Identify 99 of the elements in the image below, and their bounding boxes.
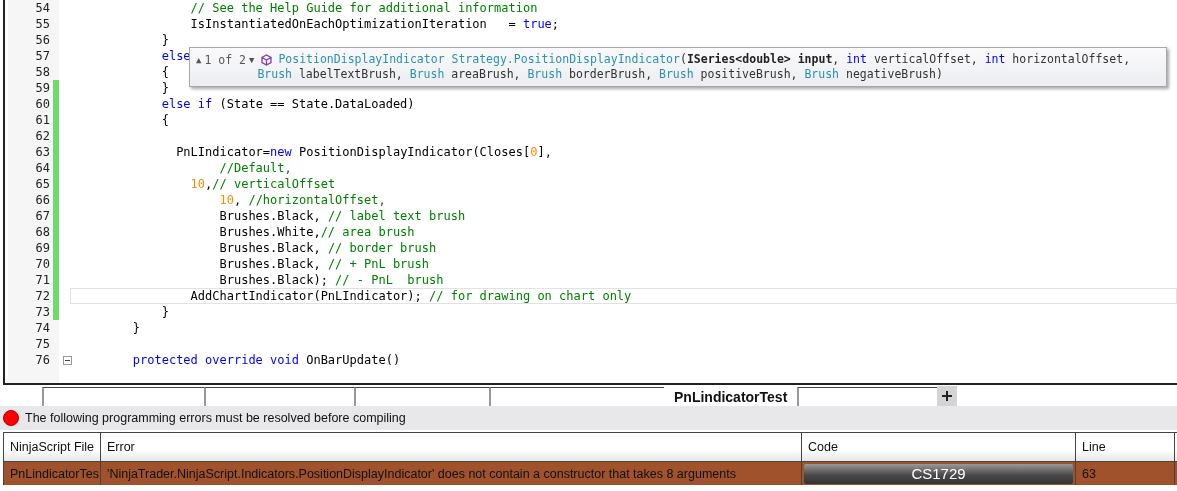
- code-text: negativeBrush): [844, 67, 943, 81]
- code-comment: //Default,: [218, 161, 292, 175]
- tab[interactable]: [204, 387, 354, 406]
- line-number: 71: [35, 273, 50, 287]
- line-number: 62: [35, 129, 50, 143]
- code-comment: // area brush: [320, 225, 415, 239]
- code-text: }: [160, 33, 169, 47]
- number-literal: 10: [218, 193, 234, 207]
- code-text: AddChartIndicator(PnLIndicator);: [189, 289, 423, 303]
- number-literal: 10: [189, 177, 206, 191]
- code-text: OnBarUpdate(): [305, 353, 401, 367]
- line-number: 61: [35, 113, 50, 127]
- code-comment: // for drawing on chart only: [429, 289, 632, 303]
- type-name: Brush: [527, 67, 563, 81]
- keyword: else: [160, 49, 191, 63]
- code-text: IsInstantiatedOnEachOptimizationIteration =: [189, 17, 517, 31]
- code-comment: //horizontalOffset,: [248, 193, 386, 207]
- add-tab-button[interactable]: [937, 386, 958, 406]
- code-text: labelTextBrush,: [297, 67, 404, 81]
- tab[interactable]: [797, 387, 938, 406]
- code-text: positiveBrush,: [699, 67, 799, 81]
- code-text: }: [131, 321, 141, 335]
- code-text: Brushes.White,: [218, 225, 321, 239]
- table-cell: 63: [1076, 462, 1175, 485]
- code-text: Brushes.Black,: [218, 257, 322, 271]
- code-text: PositionDisplayIndicator(Closes[: [298, 145, 531, 159]
- line-number: 75: [35, 337, 50, 351]
- tab[interactable]: [42, 387, 204, 406]
- code-text: Brushes.Black);: [218, 273, 329, 287]
- line-number: 54: [35, 1, 50, 15]
- line-number: 55: [35, 17, 50, 31]
- type-name: PositionDisplayIndicator Strategy.PositionDisplayIndicator: [278, 52, 680, 66]
- keyword: int: [846, 52, 867, 66]
- line-number: 67: [35, 209, 50, 223]
- plus-icon: [942, 391, 953, 401]
- keyword: true: [522, 17, 552, 31]
- overload-counter: 1 of 2: [204, 52, 246, 68]
- code-text: ,: [832, 52, 841, 66]
- line-number: 57: [35, 49, 50, 63]
- line-number: 60: [35, 97, 50, 111]
- line-number: 72: [35, 289, 50, 303]
- tab[interactable]: [354, 387, 489, 406]
- code-comment: // + PnL brush: [327, 257, 430, 271]
- code-text: }: [160, 305, 169, 319]
- code-text: ],: [537, 145, 552, 159]
- code-text: areaBrush,: [450, 67, 522, 81]
- keyword: protected override void: [131, 353, 299, 367]
- table-cell: PnLindicatorTes: [4, 462, 101, 485]
- line-number: 74: [35, 321, 50, 335]
- previous-icon[interactable]: ▲: [196, 52, 202, 68]
- cube-icon: [261, 54, 273, 66]
- code-comment: // See the Help Guide for additional information: [189, 1, 538, 15]
- code-text: borderBrush,: [568, 67, 654, 81]
- type-name: Brush: [257, 67, 292, 81]
- line-number: 68: [35, 225, 50, 239]
- code-text: (: [679, 52, 687, 66]
- table-cell: 'NinjaTrader.NinjaScript.Indicators.PositionDisplayIndicator' does not contain a constructor that takes 8 arguments: [101, 462, 802, 485]
- line-number: 70: [35, 257, 50, 271]
- code-comment: // label text brush: [327, 209, 466, 223]
- keyword: else if: [160, 97, 213, 111]
- code-text: {: [160, 65, 169, 79]
- line-number: 65: [35, 177, 50, 191]
- code-text: PnLIndicator=: [175, 145, 271, 159]
- line-number: 66: [35, 193, 50, 207]
- code-text: horizontalOffset,: [1011, 52, 1131, 66]
- code-text: Brushes.Black,: [218, 241, 322, 255]
- code-text: (State == State.DataLoaded): [218, 97, 415, 111]
- keyword: int: [984, 52, 1006, 66]
- code-text: }: [160, 81, 169, 95]
- line-number: 76: [35, 353, 50, 367]
- line-number: 73: [35, 305, 50, 319]
- keyword: new: [270, 145, 292, 159]
- code-comment: // border brush: [327, 241, 437, 255]
- next-icon[interactable]: ▼: [248, 52, 255, 68]
- error-code-button[interactable]: CS1729: [804, 463, 1073, 484]
- code-text: {: [160, 113, 169, 127]
- code-text: ,: [233, 193, 243, 207]
- code-editor[interactable]: [3, 0, 1177, 385]
- parameter: ISeries<double> input: [686, 52, 833, 66]
- type-name: Brush: [804, 67, 840, 81]
- line-number: 69: [35, 241, 50, 255]
- line-number: 59: [35, 81, 50, 95]
- error-message: The following programming errors must be resolved before compiling: [25, 411, 406, 425]
- code-text: ,: [205, 177, 213, 191]
- type-name: Brush: [409, 67, 445, 81]
- line-number: 56: [35, 33, 50, 47]
- code-comment: // verticalOffset: [212, 177, 336, 191]
- error-icon: [3, 410, 19, 426]
- code-comment: // - PnL brush: [335, 273, 444, 287]
- code-text: Brushes.Black,: [218, 209, 322, 223]
- line-number: 58: [35, 65, 50, 79]
- line-number: 64: [35, 161, 50, 175]
- tab[interactable]: [489, 387, 664, 406]
- code-text: verticalOffset,: [872, 52, 979, 66]
- number-literal: 0: [530, 145, 538, 159]
- type-name: Brush: [659, 67, 694, 81]
- code-text: ;: [551, 17, 560, 31]
- collapse-icon[interactable]: [62, 355, 72, 365]
- line-number: 63: [35, 145, 50, 159]
